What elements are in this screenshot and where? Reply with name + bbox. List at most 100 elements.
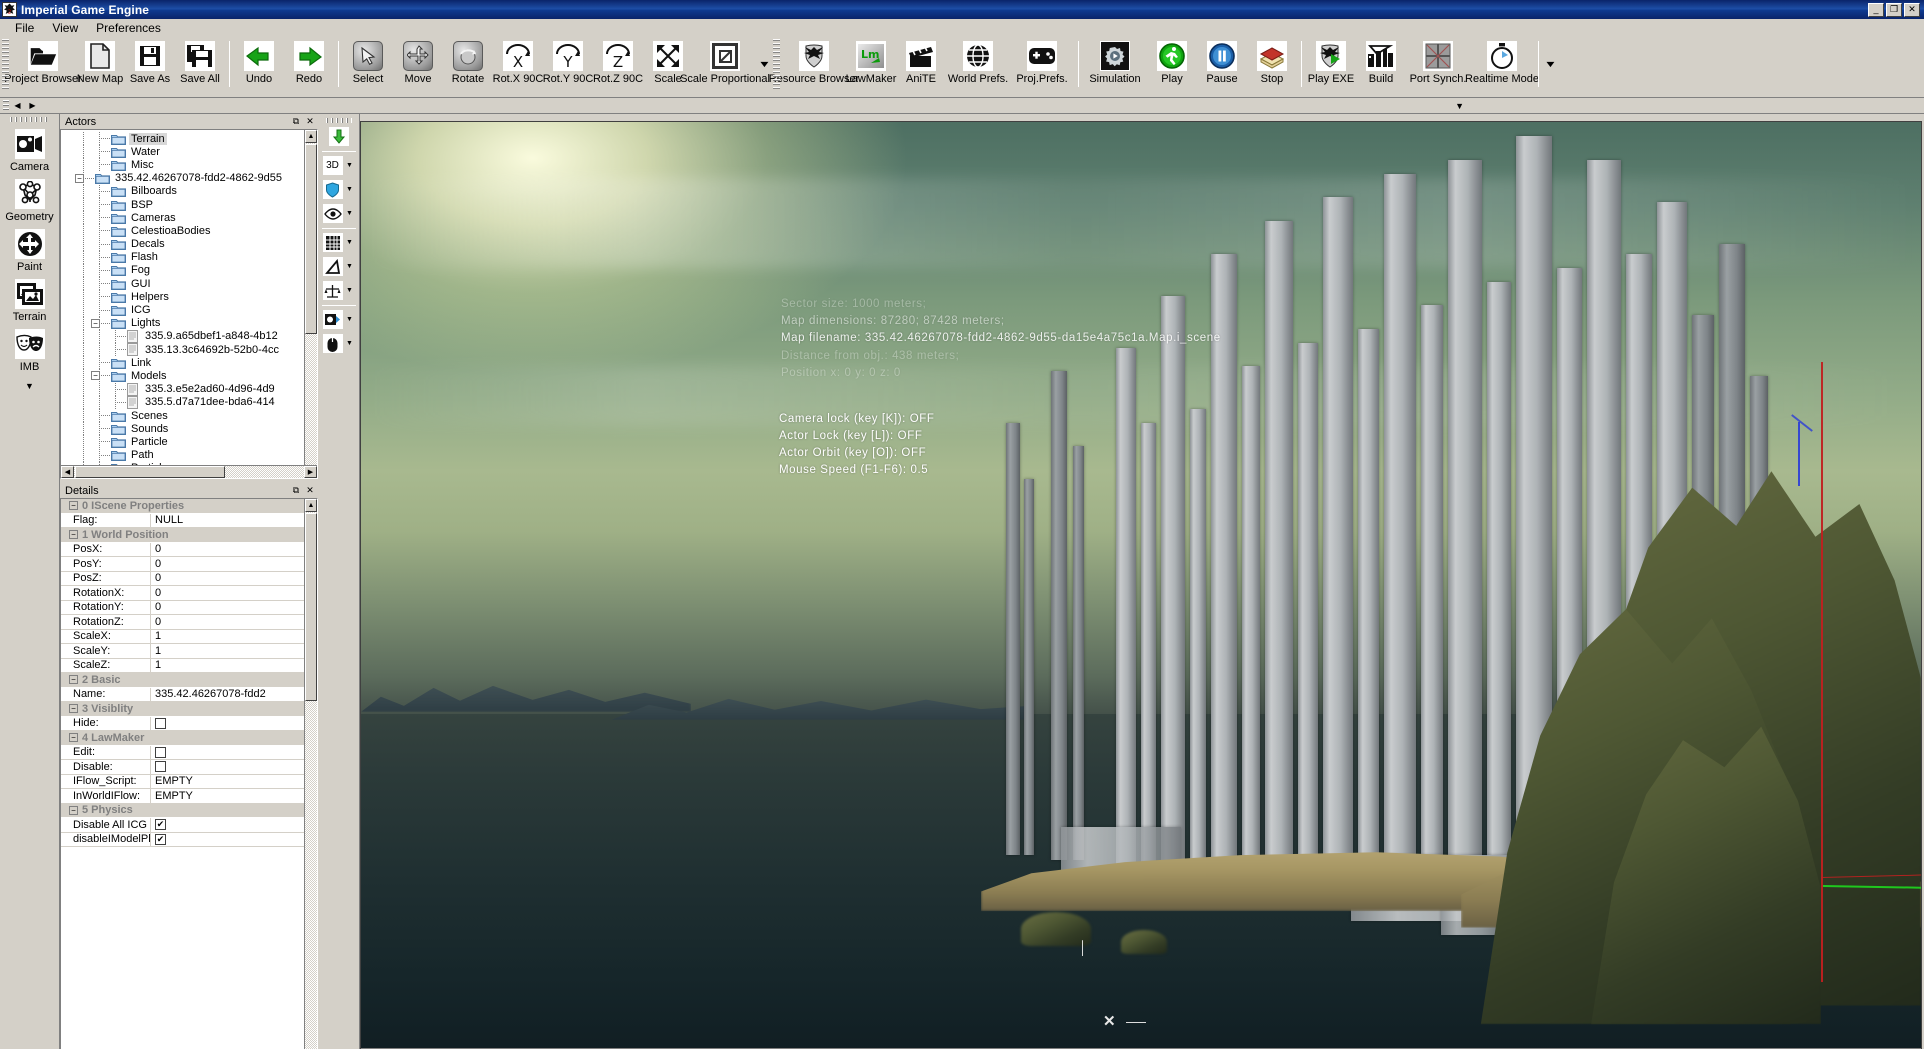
tree-item[interactable]: − Models: [61, 369, 317, 383]
property-value[interactable]: 0: [151, 601, 304, 615]
property-row[interactable]: ScaleY: 1: [61, 644, 304, 659]
property-section-header[interactable]: −2 Basic: [61, 673, 304, 688]
tree-item[interactable]: Particle: [61, 435, 317, 449]
property-checkbox[interactable]: [155, 746, 166, 758]
property-row[interactable]: Disable All ICG Phy: [61, 818, 304, 833]
property-checkbox[interactable]: [155, 761, 166, 773]
toolbar-button-move[interactable]: Move: [393, 37, 443, 85]
scroll-up-button[interactable]: ▲: [305, 130, 317, 143]
eye-visibility-icon[interactable]: [321, 203, 344, 224]
property-value[interactable]: NULL: [151, 514, 304, 528]
viewport-tool-view-mode[interactable]: 3D ▼: [321, 154, 356, 177]
property-row[interactable]: RotationY: 0: [61, 600, 304, 615]
property-row[interactable]: Disable:: [61, 760, 304, 775]
toolbar-button-save-as[interactable]: Save As: [125, 37, 175, 85]
property-row[interactable]: Edit:: [61, 745, 304, 760]
rail-item-imb[interactable]: IMB: [2, 325, 58, 375]
scroll-thumb[interactable]: [305, 513, 317, 701]
close-icon[interactable]: ✕: [304, 485, 316, 497]
menu-item-preferences[interactable]: Preferences: [87, 20, 170, 36]
property-value[interactable]: [151, 818, 304, 833]
tree-item[interactable]: ICG: [61, 303, 317, 317]
scene-render[interactable]: ✕ │ Sector size: 1000 meters; Map dimens…: [361, 122, 1921, 1049]
viewport-tool-grid-snap[interactable]: ▼: [321, 231, 356, 254]
section-collapse-icon[interactable]: −: [69, 675, 78, 685]
toolbar-button-scale-proportional[interactable]: Scale Proportional: [680, 37, 770, 85]
toolbar-button-realtime-mode[interactable]: Realtime Mode: [1465, 37, 1539, 85]
tree-item[interactable]: Fog: [61, 263, 317, 277]
toolbar-button-select[interactable]: Select: [343, 37, 393, 85]
toolbar-button-play-exe[interactable]: Play EXE: [1306, 37, 1356, 85]
viewport-tool-import[interactable]: [327, 125, 350, 148]
tree-item[interactable]: BSP: [61, 198, 317, 212]
tree-item[interactable]: Terrain: [61, 132, 317, 146]
tree-item[interactable]: Water: [61, 145, 317, 159]
property-row[interactable]: ScaleZ: 1: [61, 658, 304, 673]
rail-grip[interactable]: [9, 117, 50, 122]
close-icon[interactable]: ✕: [304, 116, 316, 128]
tree-item[interactable]: Flash: [61, 250, 317, 264]
section-collapse-icon[interactable]: −: [69, 530, 78, 540]
tree-item[interactable]: CelestioaBodies: [61, 224, 317, 238]
toolbar-button-rot-x-90[interactable]: X Rot.X 90C: [493, 37, 543, 85]
toolbar-button-project-browser[interactable]: Project Browser: [4, 37, 82, 85]
tree-item[interactable]: − Lights: [61, 316, 317, 330]
viewport-tool-visibility[interactable]: ▼: [321, 202, 356, 225]
viewport-toolbar-grip[interactable]: [325, 118, 352, 123]
tree-item[interactable]: Cameras: [61, 211, 317, 225]
tree-item[interactable]: 335.9.a65dbef1-a848-4b12: [61, 329, 317, 343]
toolbar-button-rotate[interactable]: Rotate: [443, 37, 493, 85]
section-collapse-icon[interactable]: −: [69, 704, 78, 714]
property-value[interactable]: 0: [151, 615, 304, 630]
property-row[interactable]: IFlow_Script: EMPTY: [61, 774, 304, 789]
tree-item[interactable]: Decals: [61, 237, 317, 251]
tree-item[interactable]: Helpers: [61, 290, 317, 304]
tree-item[interactable]: Scenes: [61, 409, 317, 423]
tree-item[interactable]: Path: [61, 448, 317, 462]
property-section-header[interactable]: −4 LawMaker: [61, 731, 304, 746]
property-row[interactable]: InWorldIFlow: EMPTY: [61, 789, 304, 804]
viewport-tool-balance[interactable]: ▼: [321, 279, 356, 302]
maximize-button[interactable]: ❐: [1886, 2, 1902, 17]
toolbar-button-simulation[interactable]: Simulation: [1083, 37, 1147, 85]
camera-render-icon[interactable]: [321, 309, 344, 330]
viewport-tool-angle-snap[interactable]: ▼: [321, 255, 356, 278]
chevron-down-icon[interactable]: ▼: [343, 155, 356, 176]
toolbar-grip[interactable]: [773, 39, 780, 91]
details-vscrollbar[interactable]: ▲ ▼: [304, 499, 317, 1049]
angle-snap-icon[interactable]: [321, 256, 344, 277]
rail-more-chevron-down-icon[interactable]: ▼: [25, 381, 34, 391]
property-section-header[interactable]: −5 Physics: [61, 803, 304, 818]
toolbar-button-build[interactable]: Build: [1356, 37, 1406, 85]
secondary-nav-next-icon[interactable]: ▶: [26, 99, 39, 112]
viewport-3d[interactable]: ✕ │ Sector size: 1000 meters; Map dimens…: [360, 121, 1922, 1049]
secondary-nav-prev-icon[interactable]: ◀: [11, 99, 24, 112]
property-row[interactable]: disableIModelPhys: [61, 832, 304, 847]
property-value[interactable]: [151, 746, 304, 760]
chevron-down-icon[interactable]: ▼: [343, 203, 356, 224]
restore-window-icon[interactable]: ⧉: [290, 485, 302, 497]
property-value[interactable]: [151, 833, 304, 847]
toolbar-button-proj-prefs[interactable]: Proj.Prefs.: [1010, 37, 1074, 85]
property-value[interactable]: 0: [151, 543, 304, 557]
property-section-header[interactable]: −0 IScene Properties: [61, 499, 304, 514]
tree-item[interactable]: −335.42.46267078-fdd2-4862-9d55: [61, 171, 317, 185]
secondary-toolbar-grip[interactable]: [3, 99, 9, 112]
scroll-right-button[interactable]: ▶: [304, 466, 317, 478]
blue-shield-icon[interactable]: [321, 179, 344, 200]
property-value[interactable]: 1: [151, 630, 304, 644]
property-section-header[interactable]: −1 World Position: [61, 528, 304, 543]
tree-item[interactable]: 335.5.d7a71dee-bda6-414: [61, 395, 317, 409]
toolbar-button-lawmaker[interactable]: Lm LawMaker: [846, 37, 896, 85]
toolbar-button-anite[interactable]: AniTE: [896, 37, 946, 85]
close-button[interactable]: ✕: [1904, 2, 1920, 17]
actors-tree-vscrollbar[interactable]: ▲ ▼: [304, 130, 317, 478]
property-row[interactable]: Hide:: [61, 716, 304, 731]
toolbar-button-undo[interactable]: Undo: [234, 37, 284, 85]
viewport-tool-shield[interactable]: ▼: [321, 178, 356, 201]
property-row[interactable]: ScaleX: 1: [61, 629, 304, 644]
property-value[interactable]: 1: [151, 659, 304, 673]
scroll-left-button[interactable]: ◀: [61, 466, 74, 478]
toolbar-button-pause[interactable]: Pause: [1197, 37, 1247, 85]
property-value[interactable]: EMPTY: [151, 775, 304, 789]
